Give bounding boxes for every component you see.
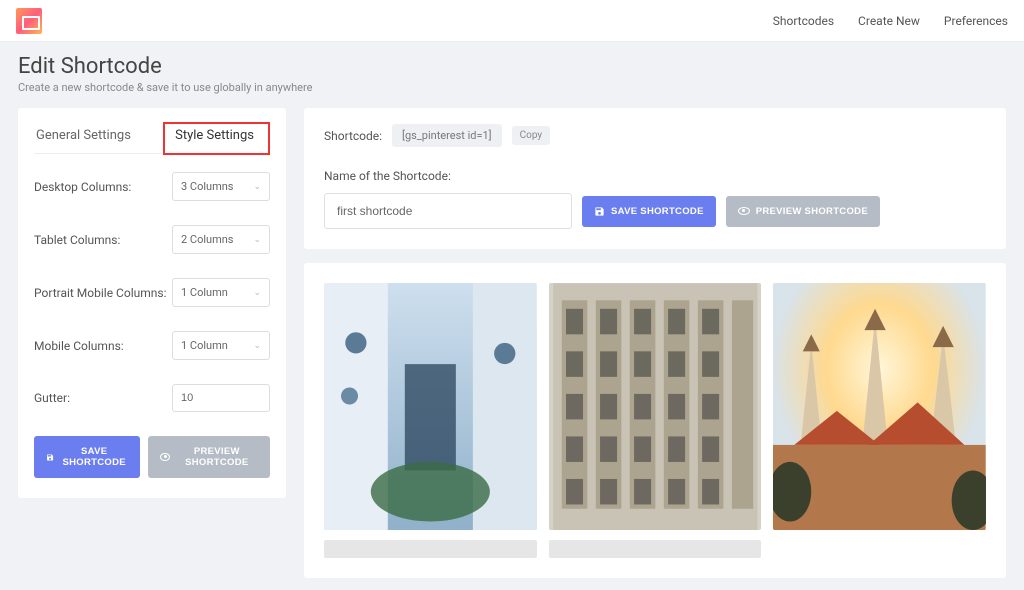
save-shortcode-button[interactable]: SAVE SHORTCODE <box>34 436 140 478</box>
chevron-down-icon: ⌄ <box>253 182 261 192</box>
button-label: PREVIEW SHORTCODE <box>176 446 258 468</box>
button-label: SAVE SHORTCODE <box>60 446 128 468</box>
select-value: 3 Columns <box>181 180 233 193</box>
page-subtitle: Create a new shortcode & save it to use … <box>18 81 1006 94</box>
select-value: 2 Columns <box>181 233 233 246</box>
button-label: PREVIEW SHORTCODE <box>756 206 868 217</box>
eye-icon <box>160 453 169 461</box>
app-logo <box>16 8 42 34</box>
shortcode-label: Shortcode: <box>324 129 382 143</box>
select-value: 1 Column <box>181 286 228 299</box>
chevron-down-icon: ⌄ <box>253 341 261 351</box>
label-mobile-columns: Mobile Columns: <box>34 339 124 353</box>
settings-tabs: General Settings Style Settings <box>34 122 270 154</box>
settings-panel: General Settings Style Settings Desktop … <box>18 108 286 498</box>
select-desktop-columns[interactable]: 3 Columns ⌄ <box>172 172 270 201</box>
tab-general-settings[interactable]: General Settings <box>34 122 133 153</box>
nav-create-new[interactable]: Create New <box>858 14 920 28</box>
save-icon <box>594 206 605 217</box>
chevron-down-icon: ⌄ <box>253 288 261 298</box>
label-desktop-columns: Desktop Columns: <box>34 180 131 194</box>
preview-shortcode-button[interactable]: PREVIEW SHORTCODE <box>148 436 270 478</box>
button-label: SAVE SHORTCODE <box>611 206 704 217</box>
save-icon <box>46 452 54 463</box>
label-portrait-mobile-columns: Portrait Mobile Columns: <box>34 286 166 300</box>
select-tablet-columns[interactable]: 2 Columns ⌄ <box>172 225 270 254</box>
preview-thumbnail <box>324 540 537 558</box>
name-label: Name of the Shortcode: <box>324 169 986 183</box>
select-value: 1 Column <box>181 339 228 352</box>
shortcode-info-panel: Shortcode: [gs_pinterest id=1] Copy Name… <box>304 108 1006 249</box>
preview-thumbnail <box>773 283 986 530</box>
label-tablet-columns: Tablet Columns: <box>34 233 120 247</box>
nav-shortcodes[interactable]: Shortcodes <box>773 14 834 28</box>
label-gutter: Gutter: <box>34 391 70 405</box>
shortcode-name-input[interactable] <box>324 193 572 229</box>
preview-thumbnail <box>773 540 986 558</box>
tab-style-settings[interactable]: Style Settings <box>163 122 270 155</box>
preview-thumbnail <box>549 540 762 558</box>
preview-thumbnail <box>324 283 537 530</box>
save-shortcode-button-main[interactable]: SAVE SHORTCODE <box>582 196 716 227</box>
shortcode-code: [gs_pinterest id=1] <box>392 124 502 147</box>
preview-shortcode-button-main[interactable]: PREVIEW SHORTCODE <box>726 196 880 227</box>
input-gutter[interactable] <box>172 384 270 412</box>
select-mobile-columns[interactable]: 1 Column ⌄ <box>172 331 270 360</box>
eye-icon <box>738 207 750 215</box>
page-title: Edit Shortcode <box>18 54 1006 79</box>
chevron-down-icon: ⌄ <box>253 235 261 245</box>
copy-button[interactable]: Copy <box>512 126 551 145</box>
select-portrait-mobile-columns[interactable]: 1 Column ⌄ <box>172 278 270 307</box>
preview-panel <box>304 263 1006 578</box>
preview-thumbnail <box>549 283 762 530</box>
top-nav: Shortcodes Create New Preferences <box>773 14 1008 28</box>
nav-preferences[interactable]: Preferences <box>944 14 1008 28</box>
topbar: Shortcodes Create New Preferences <box>0 0 1024 42</box>
